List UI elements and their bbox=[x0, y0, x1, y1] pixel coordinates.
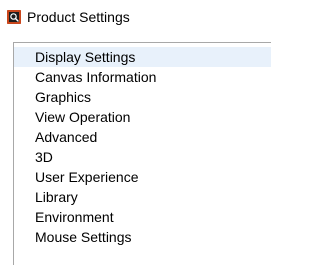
category-item-3d[interactable]: 3D bbox=[14, 147, 271, 167]
category-item-user-experience[interactable]: User Experience bbox=[14, 167, 271, 187]
category-item-environment[interactable]: Environment bbox=[14, 207, 271, 227]
settings-category-panel: Display Settings Canvas Information Grap… bbox=[13, 42, 271, 265]
window-title: Product Settings bbox=[27, 9, 130, 25]
category-item-library[interactable]: Library bbox=[14, 187, 271, 207]
category-item-advanced[interactable]: Advanced bbox=[14, 127, 271, 147]
category-item-graphics[interactable]: Graphics bbox=[14, 87, 271, 107]
app-logo-icon bbox=[7, 10, 21, 24]
settings-category-list: Display Settings Canvas Information Grap… bbox=[14, 47, 271, 247]
category-item-view-operation[interactable]: View Operation bbox=[14, 107, 271, 127]
title-bar: Product Settings bbox=[0, 0, 270, 34]
category-item-display-settings[interactable]: Display Settings bbox=[14, 47, 271, 67]
category-item-mouse-settings[interactable]: Mouse Settings bbox=[14, 227, 271, 247]
category-item-canvas-information[interactable]: Canvas Information bbox=[14, 67, 271, 87]
